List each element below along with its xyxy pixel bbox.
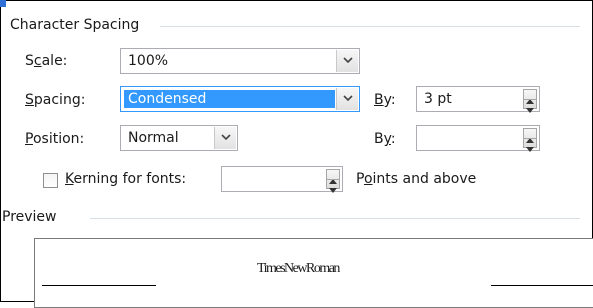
preview-sample-text: TimesNewRoman [257,261,340,276]
position-by-label: By: [374,131,396,147]
accent-strip [0,0,6,7]
spacing-label: Spacing: [25,92,86,108]
spin-up-icon[interactable] [329,172,337,184]
position-value: Normal [128,130,179,146]
spacing-selection-highlight: Condensed [124,90,335,108]
position-dropdown[interactable]: Normal [120,125,238,151]
position-by-spinner[interactable] [416,125,540,152]
group-title-preview: Preview [2,209,63,225]
group-divider-character-spacing [160,26,580,27]
spacing-value: Condensed [128,91,207,107]
kerning-checkbox[interactable] [43,173,58,188]
spin-down-icon[interactable] [526,140,534,152]
scale-dropdown-button[interactable] [336,50,358,72]
kerning-spin-buttons[interactable] [326,169,340,193]
scale-value: 100% [128,53,169,69]
chevron-down-icon [343,94,353,102]
spacing-by-value: 3 pt [424,91,452,107]
chevron-down-icon [221,133,231,141]
preview-baseline-right [491,285,593,286]
kerning-suffix-label: Points and above [356,171,477,187]
top-border [0,0,593,1]
kerning-points-spinner[interactable] [221,166,343,193]
position-by-spin-buttons[interactable] [523,128,537,152]
spacing-by-spin-buttons[interactable] [523,89,537,113]
preview-baseline-left [42,285,156,286]
spacing-dropdown[interactable]: Condensed [120,86,360,112]
spin-up-icon[interactable] [526,92,534,104]
chevron-down-icon [343,56,353,64]
position-dropdown-button[interactable] [214,127,236,149]
spacing-by-label: By: [374,92,396,108]
group-divider-preview [90,218,580,219]
spin-down-icon[interactable] [329,181,337,193]
scale-dropdown[interactable]: 100% [120,48,360,74]
spin-up-icon[interactable] [526,131,534,143]
kerning-label[interactable]: Kerning for fonts: [65,171,186,187]
spacing-dropdown-button[interactable] [336,88,358,110]
spacing-by-spinner[interactable]: 3 pt [416,86,540,113]
scale-label: Scale: [25,53,68,69]
group-title-character-spacing: Character Spacing [10,17,146,33]
spin-down-icon[interactable] [526,101,534,113]
position-label: Position: [25,131,85,147]
